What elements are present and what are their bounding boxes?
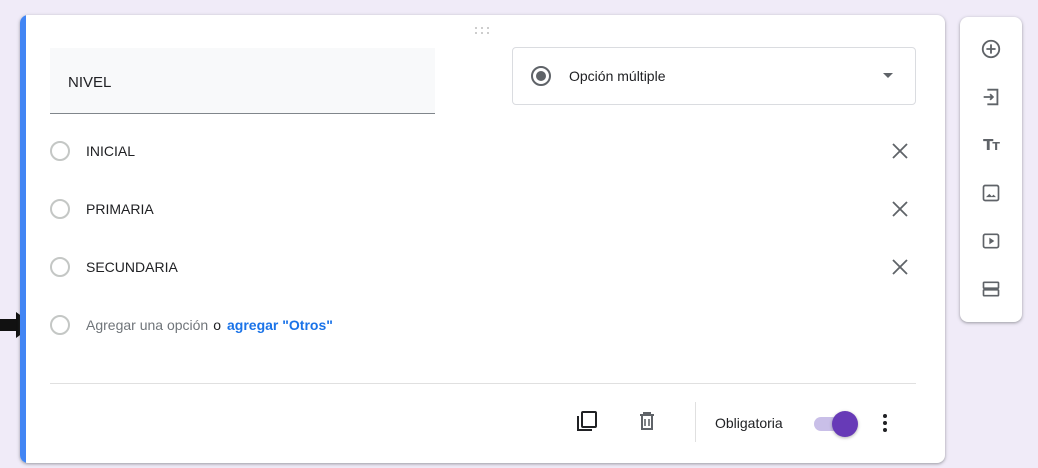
option-row: SECUNDARIA xyxy=(50,249,910,285)
radio-button-unchecked-icon xyxy=(50,141,70,161)
radio-button-unchecked-icon xyxy=(50,257,70,277)
option-label[interactable]: SECUNDARIA xyxy=(86,259,178,275)
radio-button-unchecked-icon xyxy=(50,199,70,219)
option-row: INICIAL xyxy=(50,133,910,169)
add-option-row: Agregar una opción o agregar "Otros" xyxy=(50,307,910,343)
add-circle-icon xyxy=(981,39,1001,59)
toggle-thumb xyxy=(832,411,858,437)
add-title-button[interactable]: TT xyxy=(979,133,1003,157)
video-icon xyxy=(982,233,1000,249)
option-label[interactable]: INICIAL xyxy=(86,143,135,159)
delete-icon[interactable] xyxy=(635,409,659,433)
question-type-dropdown[interactable]: Opción múltiple xyxy=(512,47,916,105)
import-questions-button[interactable] xyxy=(979,85,1003,109)
drag-handle-icon[interactable] xyxy=(475,27,491,37)
add-option-input[interactable]: Agregar una opción xyxy=(86,317,208,333)
import-questions-icon xyxy=(983,88,999,106)
question-card: NIVEL Opción múltiple INICIAL PRIMARIA S… xyxy=(20,15,945,463)
option-label[interactable]: PRIMARIA xyxy=(86,201,154,217)
title-text-icon: TT xyxy=(983,136,1000,154)
add-question-button[interactable] xyxy=(979,37,1003,61)
image-icon xyxy=(982,184,1000,202)
dropdown-arrow-icon xyxy=(883,73,893,78)
footer-separator xyxy=(695,402,696,442)
add-video-button[interactable] xyxy=(979,229,1003,253)
required-label: Obligatoria xyxy=(715,415,783,431)
add-image-button[interactable] xyxy=(979,181,1003,205)
question-title-value: NIVEL xyxy=(68,74,112,91)
footer-divider xyxy=(50,383,916,384)
add-section-button[interactable] xyxy=(979,277,1003,301)
question-type-label: Opción múltiple xyxy=(569,68,666,84)
required-toggle[interactable] xyxy=(814,411,858,437)
section-icon xyxy=(982,281,1000,297)
add-other-link[interactable]: agregar "Otros" xyxy=(227,317,333,333)
question-title-input[interactable]: NIVEL xyxy=(50,48,435,114)
remove-option-icon[interactable] xyxy=(890,257,910,277)
option-row: PRIMARIA xyxy=(50,191,910,227)
or-text: o xyxy=(213,317,221,333)
more-options-icon[interactable] xyxy=(880,411,890,435)
card-accent-bar xyxy=(20,15,26,463)
side-toolbar: TT xyxy=(960,17,1022,322)
remove-option-icon[interactable] xyxy=(890,141,910,161)
radio-button-unchecked-icon xyxy=(50,315,70,335)
duplicate-icon[interactable] xyxy=(575,409,599,433)
radio-button-checked-icon xyxy=(531,66,551,86)
remove-option-icon[interactable] xyxy=(890,199,910,219)
